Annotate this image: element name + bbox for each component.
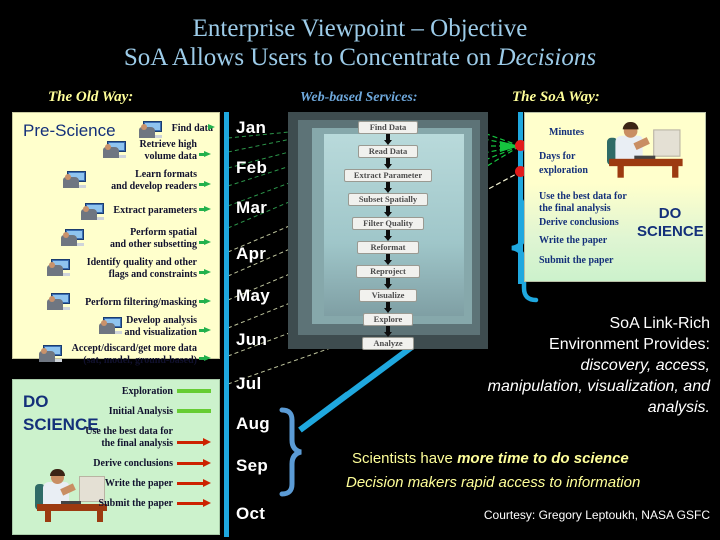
flow-arrow-icon xyxy=(384,134,392,145)
soa-way-panel: Minutes Days for exploration Use the bes… xyxy=(524,112,706,282)
flow-arrow-icon xyxy=(384,254,392,265)
link-rich-line-4: manipulation, visualization, and xyxy=(487,378,710,395)
do-science-step-4: Derive conclusions xyxy=(93,458,173,469)
soa-do-science-line1: DO xyxy=(658,205,682,222)
title-line-1: Enterprise Viewpoint – Objective xyxy=(192,15,528,42)
slide-canvas: Enterprise Viewpoint – Objective SoA All… xyxy=(0,0,720,540)
flow-arrow-icon xyxy=(384,158,392,169)
timeline-axis-right xyxy=(518,112,523,284)
web-service-box-subset-spatially[interactable]: Subset Spatially xyxy=(348,193,428,206)
soa-step-4: Write the paper xyxy=(539,235,608,246)
scientists-statement-prefix: Scientists have xyxy=(352,450,458,467)
title-line-2-emphasis: Decisions xyxy=(497,44,597,71)
title-line-2: SoA Allows Users to Concentrate on Decis… xyxy=(0,43,720,72)
red-arrow-icon xyxy=(177,499,211,507)
old-way-step-6: Identify quality and other flags and cons… xyxy=(86,257,197,280)
do-science-step-3: Use the best data for the final analysis xyxy=(85,426,173,449)
web-service-box-visualize[interactable]: Visualize xyxy=(359,289,417,302)
month-label-mar: Mar xyxy=(236,198,268,217)
soa-do-science-line2: SCIENCE xyxy=(637,223,704,240)
page-title: Enterprise Viewpoint – Objective SoA All… xyxy=(0,14,720,72)
light-green-dash-icon xyxy=(177,389,211,393)
old-way-step-4: Extract parameters xyxy=(113,205,197,216)
do-science-step-1: Exploration xyxy=(121,386,173,397)
web-service-box-reformat[interactable]: Reformat xyxy=(357,241,419,254)
month-label-jul: Jul xyxy=(236,374,262,393)
old-way-step-9: Accept/discard/get more data (sat, model,… xyxy=(71,343,197,366)
scientists-statement-emphasis: more time to do science xyxy=(457,450,629,467)
month-label-jan: Jan xyxy=(236,118,267,137)
red-arrow-icon xyxy=(177,479,211,487)
month-label-may: May xyxy=(236,286,270,305)
old-way-step-2: Retrieve high volume data xyxy=(139,139,198,162)
link-rich-line-2: Environment Provides: xyxy=(549,336,710,353)
soa-days-line1: Days for xyxy=(539,151,576,162)
flow-arrow-icon xyxy=(384,182,392,193)
soa-step-2: the final analysis xyxy=(539,203,611,214)
web-service-box-reproject[interactable]: Reproject xyxy=(356,265,420,278)
old-way-step-1: Find data xyxy=(171,123,213,134)
link-rich-line-1: SoA Link-Rich xyxy=(609,315,711,332)
green-arrow-icon xyxy=(199,239,211,246)
soa-step-1: Use the best data for xyxy=(539,191,627,202)
soa-step-3: Derive conclusions xyxy=(539,217,619,228)
month-label-oct: Oct xyxy=(236,504,266,523)
flow-arrow-icon xyxy=(384,278,392,289)
month-label-jun: Jun xyxy=(236,330,268,349)
old-way-step-5: Perform spatial and other subsetting xyxy=(109,227,197,250)
decision-makers-statement: Decision makers rapid access to informat… xyxy=(346,474,641,491)
green-arrow-icon xyxy=(199,355,211,362)
header-old-way: The Old Way: xyxy=(48,89,134,105)
soa-days-line2: exploration xyxy=(539,165,588,176)
red-arrow-icon xyxy=(177,438,211,446)
flow-arrow-icon xyxy=(384,206,392,217)
soa-scientist-illustration xyxy=(607,121,704,186)
do-science-step-5: Write the paper xyxy=(104,478,173,489)
month-label-sep: Sep xyxy=(236,456,269,475)
month-label-apr: Apr xyxy=(236,244,267,263)
web-service-box-read-data[interactable]: Read Data xyxy=(358,145,418,158)
link-rich-line-5: analysis. xyxy=(647,399,710,416)
do-science-panel: DO SCIENCE Exploration Initial Analysis Us… xyxy=(12,379,220,535)
do-science-step-2: Initial Analysis xyxy=(108,406,173,417)
do-science-step-6: Submit the paper xyxy=(98,498,173,509)
green-arrow-icon xyxy=(199,269,211,276)
green-arrow-icon xyxy=(199,206,211,213)
green-arrow-icon xyxy=(199,298,211,305)
flow-arrow-icon xyxy=(384,302,392,313)
link-rich-conclusion: SoA Link-Rich Environment Provides: disc… xyxy=(380,313,710,418)
old-way-step-3: Learn formats and develop readers xyxy=(111,169,197,192)
flow-arrow-icon xyxy=(384,230,392,241)
header-web-based-services: Web-based Services: xyxy=(300,90,418,105)
old-way-step-7: Perform filtering/masking xyxy=(85,297,197,308)
web-service-box-extract-parameter[interactable]: Extract Parameter xyxy=(344,169,432,182)
web-service-box-find-data[interactable]: Find Data xyxy=(358,121,418,134)
soa-do-science-label: DO SCIENCE xyxy=(637,205,704,241)
month-label-aug: Aug xyxy=(236,414,270,433)
soa-minutes-label: Minutes xyxy=(549,127,584,138)
green-arrow-icon xyxy=(199,151,211,158)
scientist-at-desk-illustration xyxy=(35,468,115,526)
scientists-statement: Scientists have more time to do science xyxy=(352,450,629,467)
courtesy-credit: Courtesy: Gregory Leptoukh, NASA GSFC xyxy=(483,508,710,522)
light-green-dash-icon xyxy=(177,409,211,413)
red-arrow-icon xyxy=(177,459,211,467)
soa-step-5: Submit the paper xyxy=(539,255,614,266)
old-way-panel: Pre-Science Find data Retrieve high volume… xyxy=(12,112,220,366)
link-rich-line-3: discovery, access, xyxy=(580,357,710,374)
web-service-box-filter-quality[interactable]: Filter Quality xyxy=(352,217,424,230)
title-line-2-text: SoA Allows Users to Concentrate on xyxy=(123,44,498,71)
old-way-step-8: Develop analysis and visualization xyxy=(124,315,197,338)
month-label-feb: Feb xyxy=(236,158,268,177)
green-arrow-icon xyxy=(199,327,211,334)
timeline-axis-left xyxy=(224,112,229,537)
green-arrow-icon xyxy=(199,181,211,188)
header-soa-way: The SoA Way: xyxy=(512,89,600,105)
